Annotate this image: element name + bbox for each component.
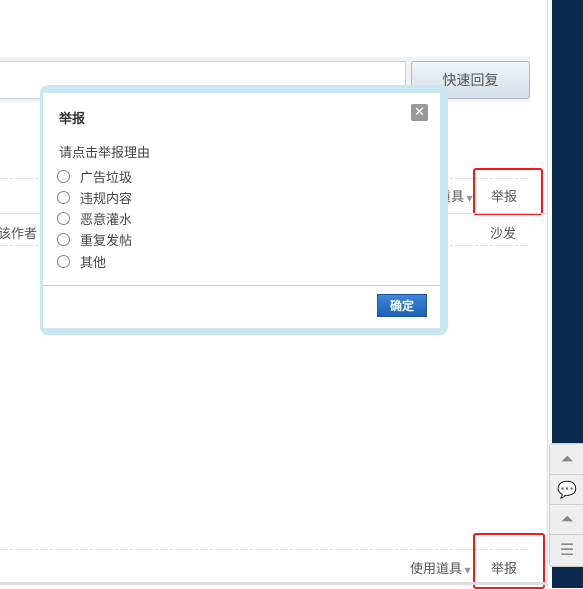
option-label: 重复发帖 — [80, 234, 133, 249]
report-dialog: 举报 ✕ 请点击举报理由 广告垃圾 违规内容 恶意灌水 重复发帖 其他 确定 — [40, 85, 448, 335]
option-label: 广告垃圾 — [80, 171, 133, 186]
divider — [0, 582, 548, 585]
tools-label: 使用道具 — [410, 562, 463, 577]
option-duplicate[interactable]: 重复发帖 — [57, 230, 132, 249]
side-toolbar: ⏶ 💬 ⏶ ☰ — [549, 443, 583, 567]
divider — [43, 285, 440, 286]
back-to-top-icon[interactable]: ⏶ — [550, 504, 583, 535]
highlight-box — [473, 533, 545, 589]
highlight-box — [473, 168, 543, 215]
radio-button[interactable] — [57, 212, 70, 225]
back-to-top-icon[interactable]: ⏶ — [550, 444, 583, 475]
chevron-down-icon: ▼ — [462, 566, 471, 575]
confirm-button[interactable]: 确定 — [377, 294, 427, 317]
option-other[interactable]: 其他 — [57, 252, 106, 271]
dialog-body: 举报 ✕ 请点击举报理由 广告垃圾 违规内容 恶意灌水 重复发帖 其他 确定 — [43, 93, 440, 328]
option-label: 违规内容 — [80, 192, 133, 207]
radio-button[interactable] — [57, 191, 70, 204]
option-violation[interactable]: 违规内容 — [57, 188, 132, 207]
divider — [0, 549, 528, 550]
option-label: 恶意灌水 — [80, 213, 133, 228]
divider — [547, 0, 548, 588]
close-icon[interactable]: ✕ — [411, 104, 428, 121]
tools-dropdown[interactable]: 使用道具 ▼ — [410, 558, 471, 577]
dialog-title: 举报 — [59, 112, 86, 127]
list-icon[interactable]: ☰ — [550, 534, 583, 564]
dialog-prompt: 请点击举报理由 — [59, 146, 151, 161]
radio-button[interactable] — [57, 233, 70, 246]
chevron-down-icon: ▼ — [464, 194, 473, 203]
option-label: 其他 — [80, 256, 107, 271]
radio-button[interactable] — [57, 170, 70, 183]
comment-icon[interactable]: 💬 — [550, 474, 583, 505]
option-spam[interactable]: 恶意灌水 — [57, 209, 132, 228]
radio-button[interactable] — [57, 255, 70, 268]
option-ad[interactable]: 广告垃圾 — [57, 167, 132, 186]
floor-label: 沙发 — [490, 227, 517, 242]
only-author-link[interactable]: 该作者 — [0, 223, 37, 242]
